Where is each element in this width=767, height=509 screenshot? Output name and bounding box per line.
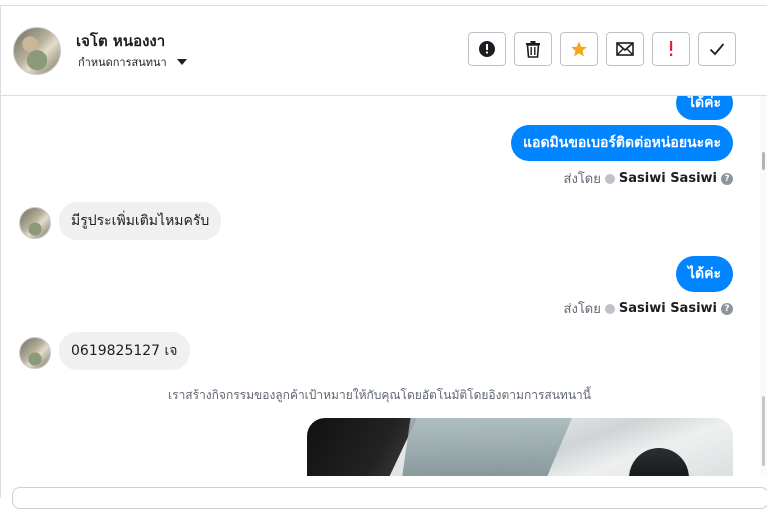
sender-name[interactable]: Sasiwi Sasiwi — [619, 301, 717, 316]
outgoing-message[interactable]: ได้ค่ะ — [675, 96, 733, 120]
check-icon — [709, 43, 725, 56]
contact-avatar-small[interactable] — [19, 337, 51, 369]
car-photo-detail — [402, 418, 572, 476]
envelope-icon — [616, 42, 634, 56]
car-photo-detail — [307, 418, 417, 476]
incoming-message[interactable]: 0619825127 เจ — [59, 332, 190, 370]
system-notice: เราสร้างกิจกรรมของลูกค้าเป้าหมายให้กับคุ… — [168, 388, 591, 402]
trash-icon — [526, 41, 540, 58]
contact-avatar[interactable] — [13, 27, 61, 75]
page-badge-icon — [604, 173, 615, 184]
outgoing-message[interactable]: แอดมินขอเบอร์ติดต่อหน่อยนะคะ — [511, 125, 733, 161]
spam-button[interactable] — [468, 32, 506, 66]
scrollbar-thumb[interactable] — [762, 152, 765, 170]
conversation-toolbar — [468, 32, 736, 66]
contact-avatar-small[interactable] — [19, 207, 51, 239]
page-badge-icon — [604, 303, 615, 314]
thread-scrollbar[interactable] — [760, 96, 767, 476]
delete-button[interactable] — [514, 32, 552, 66]
alert-circle-icon — [479, 41, 495, 57]
conversation-schedule-dropdown[interactable]: กำหนดการสนทนา — [78, 53, 187, 71]
star-icon — [571, 41, 587, 57]
help-icon[interactable]: ? — [721, 302, 733, 315]
mark-unread-button[interactable] — [606, 32, 644, 66]
sent-by-label: ส่งโดย Sasiwi Sasiwi ? — [564, 298, 733, 319]
message-composer[interactable] — [12, 487, 767, 509]
outgoing-message[interactable]: ได้ค่ะ — [675, 256, 733, 292]
image-attachment[interactable] — [307, 418, 733, 476]
help-icon[interactable]: ? — [721, 172, 733, 185]
sent-by-prefix: ส่งโดย — [563, 172, 601, 187]
important-button[interactable] — [652, 32, 690, 66]
sent-by-label: ส่งโดย Sasiwi Sasiwi ? — [564, 168, 733, 189]
mark-done-button[interactable] — [698, 32, 736, 66]
incoming-message[interactable]: มีรูประเพิ่มเติมไหมครับ — [59, 202, 222, 240]
sent-by-prefix: ส่งโดย — [563, 302, 601, 317]
contact-name[interactable]: เจโต หนองงา — [76, 29, 165, 53]
scrollbar-track-marker — [762, 396, 765, 466]
car-photo-detail — [629, 448, 689, 476]
sender-name[interactable]: Sasiwi Sasiwi — [619, 171, 717, 186]
conversation-header: เจโต หนองงา กำหนดการสนทนา — [1, 6, 767, 96]
conversation-schedule-label: กำหนดการสนทนา — [78, 56, 167, 69]
star-button[interactable] — [560, 32, 598, 66]
message-thread[interactable]: ได้ค่ะ แอดมินขอเบอร์ติดต่อหน่อยนะคะ ส่งโ… — [1, 96, 758, 476]
caret-down-icon — [176, 59, 187, 65]
exclamation-icon — [670, 41, 673, 56]
